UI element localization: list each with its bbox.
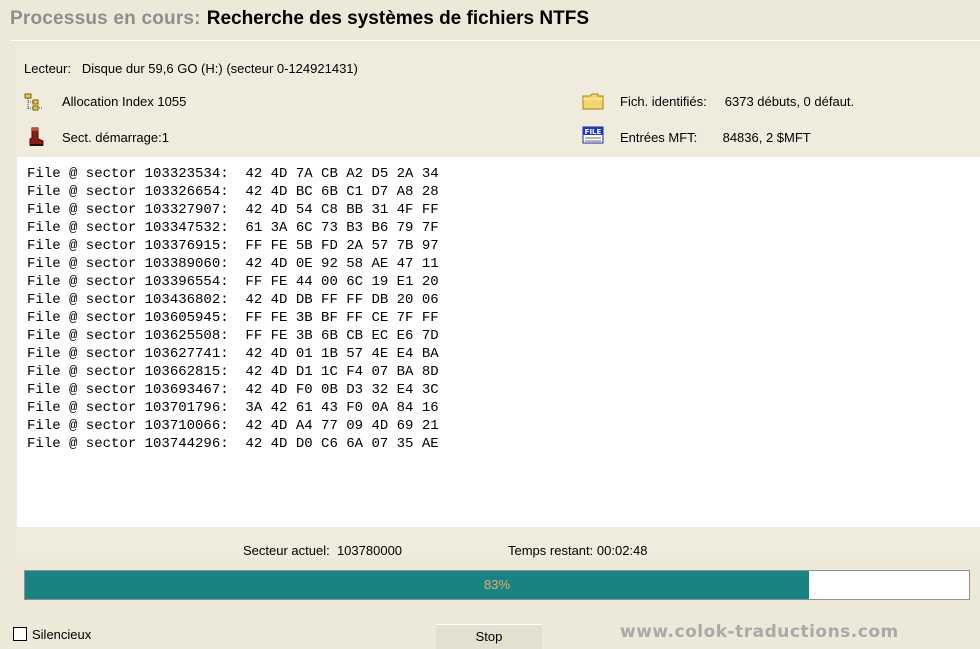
drive-value: Disque dur 59,6 GO (H:) (secteur 0-12492… bbox=[81, 61, 358, 76]
log-line: File @ sector 103347532: 61 3A 6C 73 B3 … bbox=[27, 220, 439, 236]
current-sector-value: 103780000 bbox=[336, 543, 403, 558]
watermark: www.colok-traductions.com bbox=[620, 622, 899, 642]
log-line: File @ sector 103744296: 42 4D D0 C6 6A … bbox=[27, 436, 439, 452]
sector-log[interactable]: File @ sector 103323534: 42 4D 7A CB A2 … bbox=[17, 157, 980, 527]
log-line: File @ sector 103326654: 42 4D BC 6B C1 … bbox=[27, 184, 439, 200]
tree-structure-icon bbox=[24, 93, 43, 111]
log-line: File @ sector 103710066: 42 4D A4 77 09 … bbox=[27, 418, 439, 434]
log-line: File @ sector 103662815: 42 4D D1 1C F4 … bbox=[27, 364, 439, 380]
drive-label: Lecteur: bbox=[24, 61, 71, 76]
silent-checkbox[interactable] bbox=[13, 627, 27, 641]
process-header: Processus en cours: Recherche des système… bbox=[10, 8, 980, 41]
process-title: Processus en cours: Recherche des système… bbox=[10, 8, 589, 30]
boot-icon bbox=[29, 127, 44, 146]
files-value: 6373 débuts, 0 défaut. bbox=[724, 94, 855, 109]
mft-entries-row: Entrées MFT: 84836, 2 $MFT bbox=[620, 130, 811, 145]
current-sector: Secteur actuel: 103780000 bbox=[243, 543, 402, 558]
folder-icon bbox=[582, 93, 604, 110]
time-remaining-value: 00:02:48 bbox=[596, 543, 648, 558]
log-line: File @ sector 103627741: 42 4D 01 1B 57 … bbox=[27, 346, 439, 362]
boot-sector-text: Sect. démarrage:1 bbox=[62, 130, 169, 145]
log-line: File @ sector 103396554: FF FE 44 00 6C … bbox=[27, 274, 439, 290]
files-label: Fich. identifiés: bbox=[620, 94, 707, 109]
time-remaining-label: Temps restant: bbox=[508, 543, 594, 558]
mft-label: Entrées MFT: bbox=[620, 130, 698, 145]
mft-icon-text: FILE bbox=[585, 128, 602, 136]
log-line: File @ sector 103327907: 42 4D 54 C8 BB … bbox=[27, 202, 439, 218]
time-remaining: Temps restant: 00:02:48 bbox=[508, 543, 648, 558]
files-identified-row: Fich. identifiés: 6373 débuts, 0 défaut. bbox=[620, 94, 854, 109]
file-mft-icon: FILE bbox=[582, 126, 604, 144]
log-line: File @ sector 103625508: FF FE 3B 6B CB … bbox=[27, 328, 439, 344]
progress-bar: 83% bbox=[24, 570, 970, 600]
log-line: File @ sector 103693467: 42 4D F0 0B D3 … bbox=[27, 382, 439, 398]
progress-label: 83% bbox=[483, 577, 511, 592]
log-line: File @ sector 103605945: FF FE 3B BF FF … bbox=[27, 310, 439, 326]
log-line: File @ sector 103701796: 3A 42 61 43 F0 … bbox=[27, 400, 439, 416]
log-line: File @ sector 103389060: 42 4D 0E 92 58 … bbox=[27, 256, 439, 272]
mft-value: 84836, 2 $MFT bbox=[722, 130, 811, 145]
log-line: File @ sector 103436802: 42 4D DB FF FF … bbox=[27, 292, 439, 308]
process-label: Processus en cours: bbox=[10, 8, 201, 29]
process-value: Recherche des systèmes de fichiers NTFS bbox=[206, 8, 590, 29]
stop-button[interactable]: Stop bbox=[436, 624, 542, 649]
log-line: File @ sector 103376915: FF FE 5B FD 2A … bbox=[27, 238, 439, 254]
log-line: File @ sector 103323534: 42 4D 7A CB A2 … bbox=[27, 166, 439, 182]
current-sector-label: Secteur actuel: bbox=[243, 543, 330, 558]
allocation-text: Allocation Index 1055 bbox=[62, 94, 187, 109]
drive-row: Lecteur: Disque dur 59,6 GO (H:) (secteu… bbox=[24, 61, 358, 76]
silent-label[interactable]: Silencieux bbox=[32, 627, 91, 642]
